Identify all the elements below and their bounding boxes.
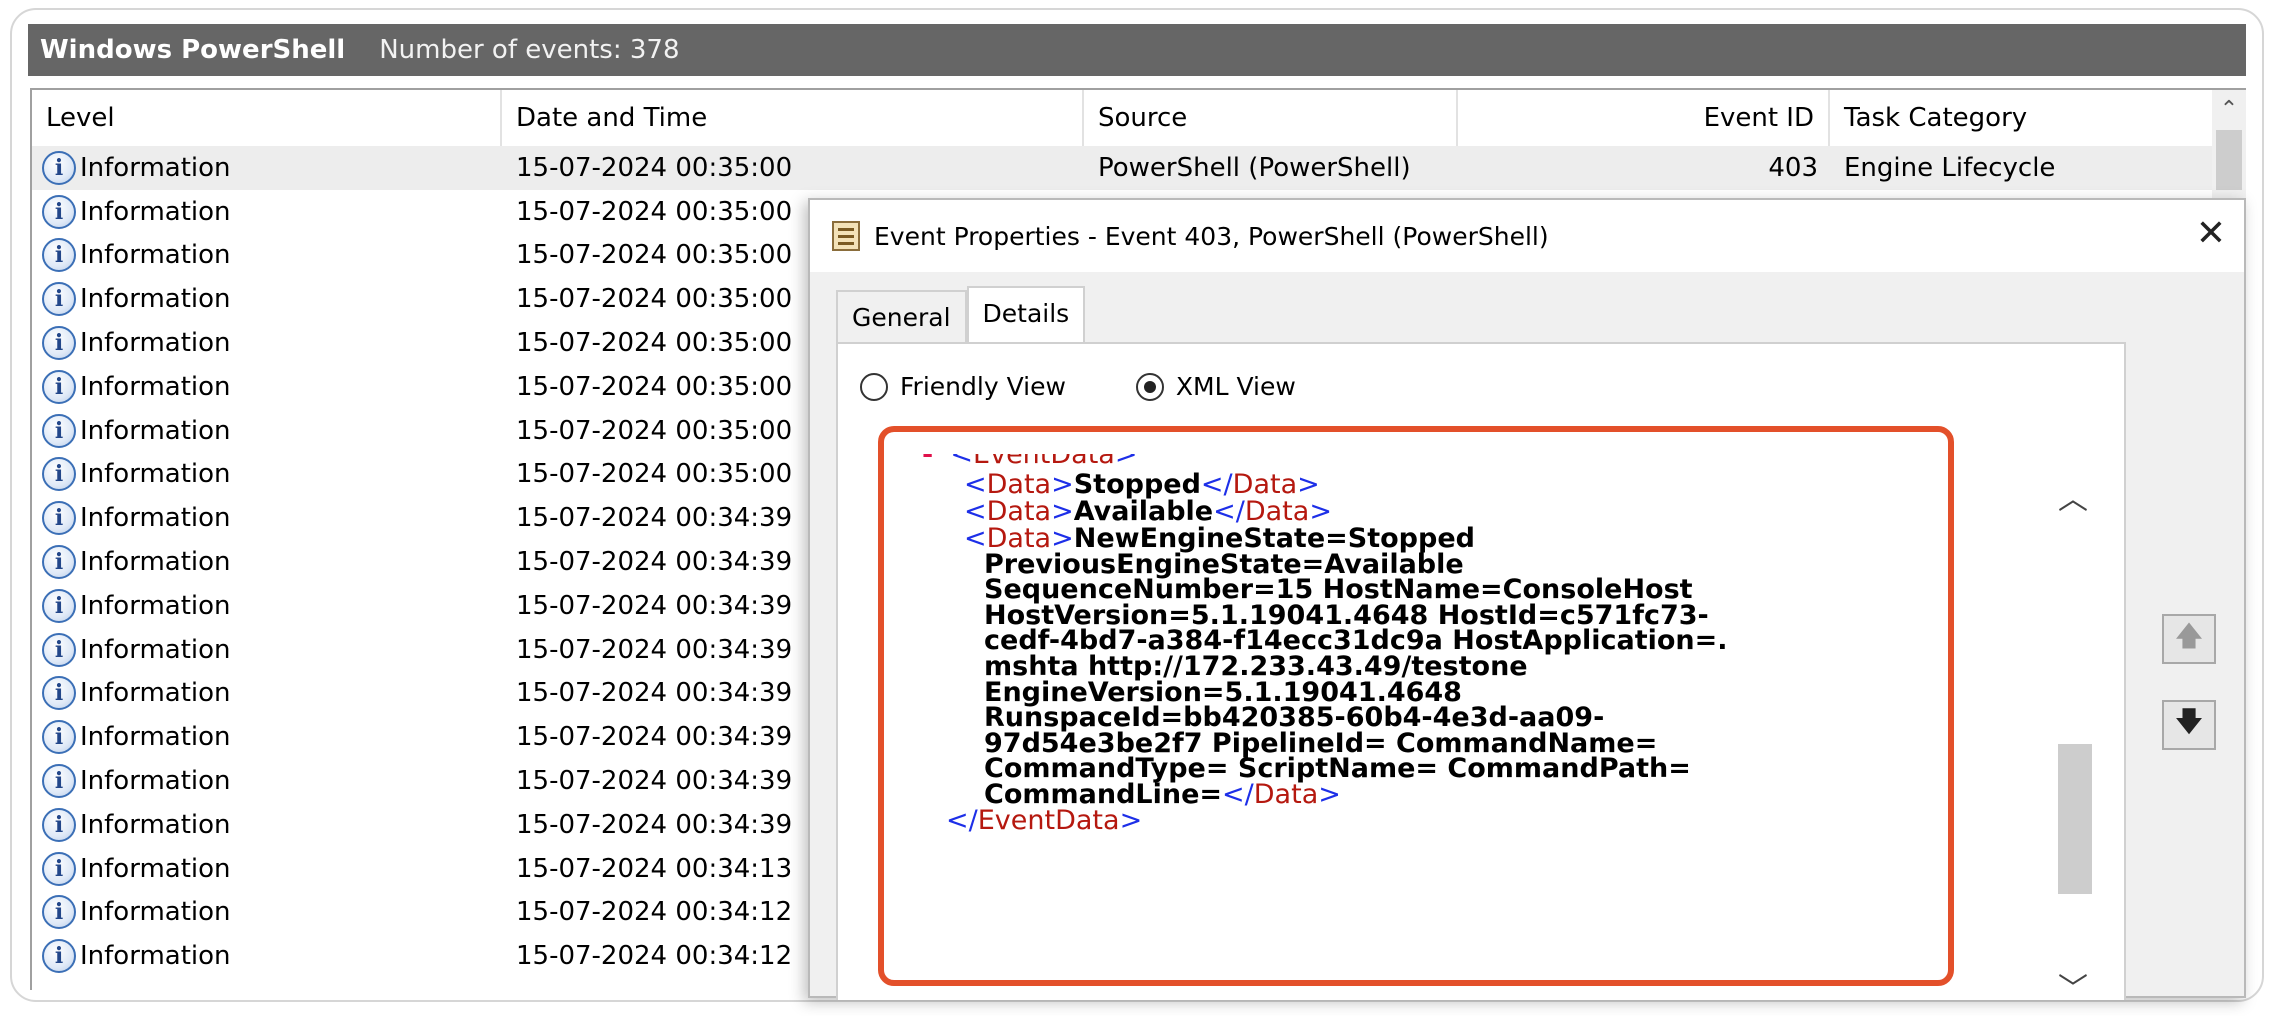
friendly-view-radio[interactable] [860,372,888,401]
level-cell: i Information [32,588,502,623]
information-icon: i [42,545,76,580]
column-event-id[interactable]: Event ID [1458,90,1830,146]
task-category-cell: Engine Lifecycle [1844,152,2056,183]
xml-view-label: XML View [1175,372,1296,401]
close-icon[interactable]: ✕ [2196,214,2226,254]
tab-details[interactable]: Details [966,286,1086,342]
column-level[interactable]: Level [32,90,502,146]
scroll-up-icon[interactable]: ⌃ [2212,90,2246,130]
event-properties-dialog: Event Properties - Event 403, PowerShell… [808,198,2246,1007]
level-cell: i Information [32,720,502,755]
xml-view-option[interactable]: XML View [1135,372,1296,401]
view-selector: Friendly View XML View [860,372,1366,401]
level-cell: i Information [32,545,502,580]
level-cell: i Information [32,326,502,361]
table-row[interactable]: i Information 15-07-2024 00:35:00 PowerShel… [32,146,2214,190]
information-icon: i [42,588,76,623]
information-icon: i [42,150,76,185]
level-cell: i Information [32,895,502,930]
level-cell: i Information [32,939,502,974]
information-icon: i [42,632,76,667]
level-cell: i Information [32,676,502,711]
source-cell: PowerShell (PowerShell) [1098,152,1411,183]
information-icon: i [42,807,76,842]
chevron-down-icon[interactable]: ﹀ [2058,964,2088,1008]
level-cell: i Information [32,194,502,229]
tab-general[interactable]: General [836,290,967,342]
collapse-icon[interactable]: - [922,454,933,470]
xml-view-radio[interactable] [1135,372,1164,401]
information-icon: i [42,326,76,361]
information-icon: i [42,851,76,886]
level-cell: i Information [32,457,502,492]
chevron-up-icon[interactable]: ︿ [2058,474,2088,518]
level-cell: i Information [32,238,502,273]
level-cell: i Information [32,764,502,799]
information-icon: i [42,413,76,448]
xml-scrollbar[interactable]: ︿ ﹀ [2050,454,2098,1007]
dialog-tabs: General Details [836,286,1086,342]
information-icon: i [42,501,76,536]
level-cell: i Information [32,282,502,317]
friendly-view-option[interactable]: Friendly View [860,372,1066,401]
column-source[interactable]: Source [1084,90,1458,146]
level-cell: i Information [32,150,502,185]
level-cell: i Information [32,369,502,404]
dialog-title: Event Properties - Event 403, PowerShell… [874,221,1549,251]
dialog-titlebar: Event Properties - Event 403, PowerShell… [810,200,2244,272]
information-icon: i [42,720,76,755]
column-header-row: Level Date and Time Source Event ID Task… [32,90,2214,146]
arrow-down-icon[interactable]: 🡇 [2162,700,2216,750]
information-icon: i [42,895,76,930]
xml-scroll-thumb[interactable] [2058,744,2092,894]
information-icon: i [42,194,76,229]
information-icon: i [42,764,76,799]
scroll-thumb[interactable] [2216,130,2242,190]
level-cell: i Information [32,632,502,667]
log-name: Windows PowerShell [40,35,346,65]
information-icon: i [42,939,76,974]
event-log-icon [832,221,860,251]
information-icon: i [42,369,76,404]
event-count: Number of events: 378 [379,35,680,65]
level-cell: i Information [32,413,502,448]
level-cell: i Information [32,501,502,536]
level-cell: i Information [32,807,502,842]
information-icon: i [42,282,76,317]
event-id-cell: 403 [1768,152,1818,183]
friendly-view-label: Friendly View [900,372,1066,401]
column-date-time[interactable]: Date and Time [502,90,1084,146]
arrow-up-icon[interactable]: 🡅 [2162,614,2216,664]
details-panel: Friendly View XML View - <EventData> <Da… [836,342,2126,1007]
level-cell: i Information [32,851,502,886]
xml-content: - <EventData> <Data>Stopped</Data> <Data… [888,454,2068,1002]
column-task-category[interactable]: Task Category [1830,90,2214,146]
information-icon: i [42,238,76,273]
information-icon: i [42,457,76,492]
log-titlebar: Windows PowerShell Number of events: 378 [28,24,2246,76]
information-icon: i [42,676,76,711]
date-cell: 15-07-2024 00:35:00 [516,152,793,183]
xml-eventdata-close: </EventData> [946,805,1143,836]
